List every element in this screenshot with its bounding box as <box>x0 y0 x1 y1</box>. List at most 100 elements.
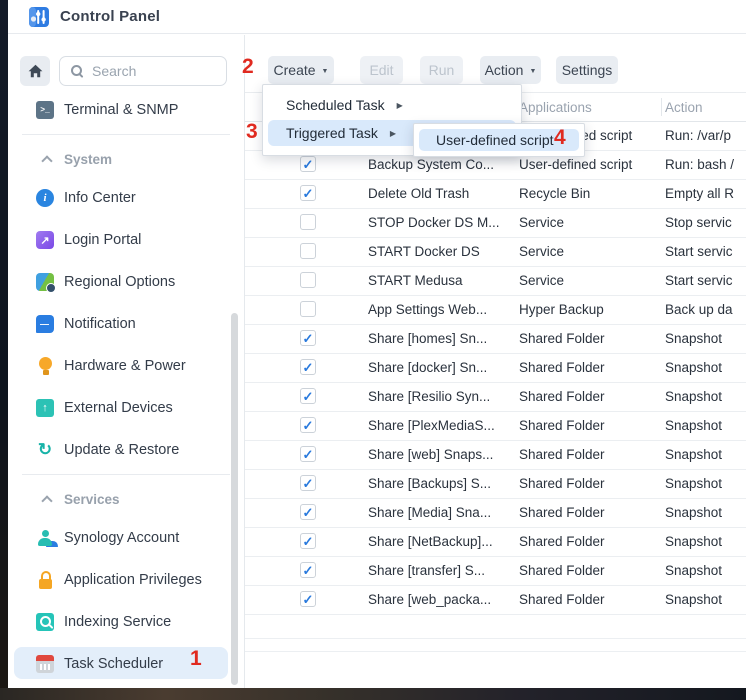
enabled-checkbox[interactable]: ✓ <box>300 562 316 578</box>
sidebar-section-services[interactable]: Services <box>8 481 244 517</box>
sidebar-item-synology-account[interactable]: Synology Account <box>8 517 244 559</box>
sidebar-item-terminal-snmp[interactable]: >_Terminal & SNMP <box>8 89 244 131</box>
menu-item-scheduled-task[interactable]: Scheduled Task ▶ <box>263 92 521 118</box>
sidebar-item-indexing-service[interactable]: Indexing Service <box>8 601 244 643</box>
search-input[interactable]: Search <box>59 56 227 86</box>
cell-action: Snapshot <box>665 592 722 607</box>
enabled-checkbox[interactable] <box>300 301 316 317</box>
sidebar-item-label: Indexing Service <box>64 614 171 630</box>
table-row[interactable]: ✓Share [docker] Sn...Shared FolderSnapsh… <box>245 354 746 383</box>
enabled-checkbox[interactable]: ✓ <box>300 156 316 172</box>
table-row[interactable]: ✓Share [Media] Sna...Shared FolderSnapsh… <box>245 499 746 528</box>
enabled-checkbox[interactable]: ✓ <box>300 591 316 607</box>
cell-action: Run: bash / <box>665 157 734 172</box>
create-button[interactable]: Create ▼ <box>268 56 334 84</box>
enabled-checkbox[interactable]: ✓ <box>300 185 316 201</box>
control-panel-window: Control Panel Search >_Terminal & SNMPSy… <box>8 0 746 688</box>
enabled-checkbox[interactable]: ✓ <box>300 388 316 404</box>
table-row[interactable]: ✓Share [homes] Sn...Shared FolderSnapsho… <box>245 325 746 354</box>
cell-name: Share [web_packa... <box>368 592 491 607</box>
sidebar-item-label: Notification <box>64 316 136 332</box>
enabled-checkbox[interactable]: ✓ <box>300 533 316 549</box>
action-button[interactable]: Action▼ <box>480 56 541 84</box>
section-label: System <box>64 152 112 167</box>
info-center-icon: i <box>36 189 54 207</box>
sidebar-item-label: Task Scheduler <box>64 656 163 672</box>
enabled-checkbox[interactable]: ✓ <box>300 417 316 433</box>
cell-action: Empty all R <box>665 186 734 201</box>
enabled-checkbox[interactable]: ✓ <box>300 359 316 375</box>
sidebar-item-hardware-power[interactable]: Hardware & Power <box>8 345 244 387</box>
table-row[interactable]: ✓ Share [PlexMediaS... Shared Folder Snapsh… <box>245 412 746 441</box>
cell-action: Snapshot <box>665 418 722 433</box>
cell-app: Shared Folder <box>519 418 605 433</box>
sidebar-item-application-privileges[interactable]: Application Privileges <box>8 559 244 601</box>
enabled-checkbox[interactable]: ✓ <box>300 330 316 346</box>
table-row[interactable]: ✓Share [NetBackup]...Shared FolderSnapsh… <box>245 528 746 557</box>
enabled-checkbox[interactable] <box>300 272 316 288</box>
enabled-checkbox[interactable] <box>300 214 316 230</box>
settings-button[interactable]: Settings <box>556 56 618 84</box>
enabled-checkbox[interactable]: ✓ <box>300 446 316 462</box>
button-label: Create <box>274 62 316 78</box>
home-icon <box>28 64 43 78</box>
cell-name: START Medusa <box>368 273 463 288</box>
menu-item-label: Triggered Task <box>286 125 378 141</box>
enabled-checkbox[interactable] <box>300 243 316 259</box>
table-row[interactable]: START MedusaServiceStart servic <box>245 267 746 296</box>
column-header-action[interactable]: Action <box>665 100 703 115</box>
cell-name: START Docker DS <box>368 244 480 259</box>
sidebar-item-update-restore[interactable]: ↻Update & Restore <box>8 429 244 471</box>
table-row[interactable]: App Settings Web...Hyper BackupBack up d… <box>245 296 746 325</box>
cell-app: Shared Folder <box>519 331 605 346</box>
cell-app: Shared Folder <box>519 389 605 404</box>
table-row[interactable]: ✓Share [Backups] S...Shared FolderSnapsh… <box>245 470 746 499</box>
cell-name: Share [PlexMediaS... <box>368 418 495 433</box>
sidebar-section-system[interactable]: System <box>8 141 244 177</box>
cell-action: Run: /var/p <box>665 128 731 143</box>
enabled-checkbox[interactable]: ✓ <box>300 475 316 491</box>
sidebar-item-notification[interactable]: —Notification <box>8 303 244 345</box>
table-row[interactable]: ✓Delete Old TrashRecycle BinEmpty all R <box>245 180 746 209</box>
cell-name: Backup System Co... <box>368 157 494 172</box>
sidebar-item-task-scheduler[interactable]: Task Scheduler <box>8 643 244 685</box>
sidebar-item-login-portal[interactable]: ↗Login Portal <box>8 219 244 261</box>
task-table: User-defined scriptRun: /var/p✓Backup Sy… <box>245 122 746 615</box>
sidebar-item-label: Hardware & Power <box>64 358 186 374</box>
sidebar-item-external-devices[interactable]: ↑External Devices <box>8 387 244 429</box>
sidebar-divider <box>22 134 230 135</box>
annotation-step-1: 1 <box>190 648 202 670</box>
cell-name: Share [NetBackup]... <box>368 534 493 549</box>
cell-app: Shared Folder <box>519 360 605 375</box>
section-label: Services <box>64 492 120 507</box>
hardware-power-icon <box>36 357 54 375</box>
run-button[interactable]: Run <box>420 56 463 84</box>
cell-name: Share [homes] Sn... <box>368 331 487 346</box>
submenu-arrow-icon: ▶ <box>397 101 403 110</box>
sidebar-item-info-center[interactable]: iInfo Center <box>8 177 244 219</box>
table-row[interactable]: ✓Share [web] Snaps...Shared FolderSnapsh… <box>245 441 746 470</box>
sidebar-item-regional-options[interactable]: Regional Options <box>8 261 244 303</box>
cell-action: Snapshot <box>665 505 722 520</box>
sidebar-list: >_Terminal & SNMP System iInfo Center↗Logi… <box>8 89 244 685</box>
sidebar-top: Search <box>20 56 227 86</box>
submenu-arrow-icon: ▶ <box>390 129 396 138</box>
home-button[interactable] <box>20 56 50 86</box>
button-label: Edit <box>369 62 393 78</box>
table-row[interactable]: ✓Share [web_packa...Shared FolderSnapsho… <box>245 586 746 615</box>
table-row[interactable]: ✓Share [Resilio Syn...Shared FolderSnaps… <box>245 383 746 412</box>
enabled-checkbox[interactable]: ✓ <box>300 504 316 520</box>
chevron-down-icon: ▼ <box>322 68 329 75</box>
table-row[interactable]: STOP Docker DS M...ServiceStop servic <box>245 209 746 238</box>
table-row[interactable]: START Docker DSServiceStart servic <box>245 238 746 267</box>
control-panel-icon <box>28 6 50 28</box>
cell-action: Start servic <box>665 273 733 288</box>
cell-name: Share [web] Snaps... <box>368 447 493 462</box>
application-privileges-icon <box>36 571 54 589</box>
sidebar-scrollbar[interactable] <box>231 313 238 685</box>
sidebar-item-label: Synology Account <box>64 530 179 546</box>
column-header-applications[interactable]: Applications <box>519 100 592 115</box>
menu-item-label: Scheduled Task <box>286 97 385 113</box>
table-row[interactable]: ✓Share [transfer] S...Shared FolderSnaps… <box>245 557 746 586</box>
edit-button[interactable]: Edit <box>360 56 403 84</box>
